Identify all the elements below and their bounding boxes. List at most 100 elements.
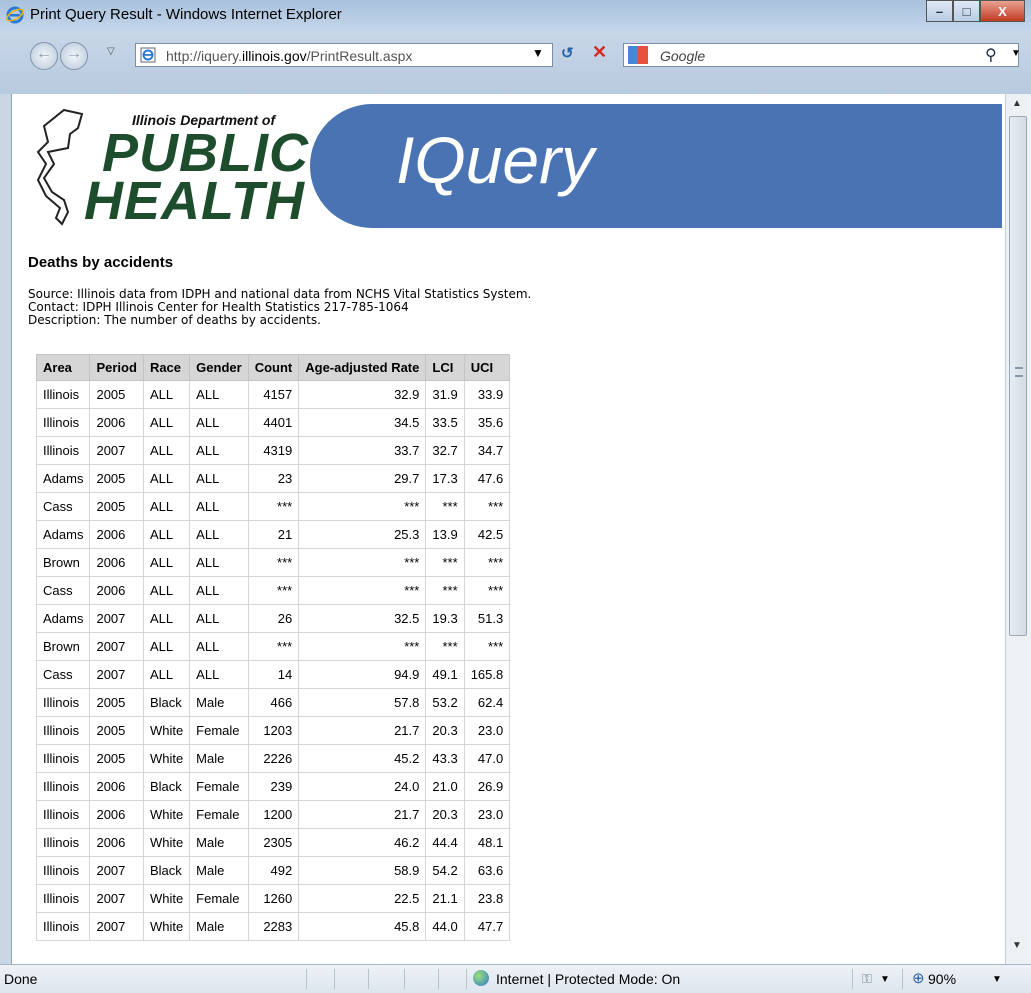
table-cell: 33.9: [463, 380, 511, 409]
table-cell: ***: [463, 492, 511, 521]
maximize-button[interactable]: □: [953, 0, 980, 22]
table-cell: ALL: [142, 604, 191, 633]
back-button[interactable]: [30, 42, 58, 70]
table-row: Adams 2006 ALL ALL 21 25.3 13.9 42.5: [35, 520, 511, 549]
table-cell: White: [142, 884, 191, 913]
table-cell: Brown: [35, 548, 91, 577]
table-cell: ALL: [189, 520, 249, 549]
scroll-grip-icon: [1015, 367, 1023, 377]
table-row: Illinois 2006 White Male 2305 46.2 44.4 48.1: [35, 828, 511, 857]
table-cell: Male: [189, 856, 249, 885]
browser-window: Print Query Result - Windows Internet Ex…: [0, 0, 1031, 993]
table-cell: 51.3: [463, 604, 511, 633]
close-button[interactable]: X: [980, 0, 1025, 22]
search-input[interactable]: Google: [623, 43, 1019, 67]
table-cell: 26.9: [463, 772, 511, 801]
minimize-button[interactable]: –: [926, 0, 953, 22]
ie-logo-icon: [6, 6, 24, 24]
window-title: Print Query Result - Windows Internet Ex…: [30, 6, 342, 23]
table-row: Cass 2006 ALL ALL *** *** *** ***: [35, 576, 511, 605]
table-header-row: Area Period Race Gender Count Age-adjust…: [35, 354, 511, 381]
table-cell: 45.8: [298, 912, 427, 941]
table-cell: Black: [142, 856, 191, 885]
table-cell: Cass: [35, 492, 91, 521]
search-icon[interactable]: ⚲: [985, 45, 997, 65]
table-cell: 2006: [89, 772, 144, 801]
zoom-dropdown-icon[interactable]: ▼: [992, 974, 1002, 985]
table-cell: ALL: [189, 492, 249, 521]
page-icon: [140, 47, 156, 63]
table-cell: Illinois: [35, 912, 91, 941]
table-cell: 2006: [89, 408, 144, 437]
search-options-dropdown-icon[interactable]: ▼: [1011, 48, 1021, 59]
recent-pages-dropdown-icon[interactable]: ▽: [107, 46, 115, 57]
table-cell: 466: [247, 688, 300, 717]
table-cell: 23: [247, 464, 300, 493]
protected-mode-dropdown-icon[interactable]: ▼: [880, 974, 890, 985]
table-cell: Female: [189, 800, 249, 829]
title-bar[interactable]: Print Query Result - Windows Internet Ex…: [0, 0, 1031, 30]
table-cell: ***: [247, 576, 300, 605]
table-row: Illinois 2006 Black Female 239 24.0 21.0 26.9: [35, 772, 511, 801]
table-cell: 26: [247, 604, 300, 633]
table-row: Brown 2007 ALL ALL *** *** *** ***: [35, 632, 511, 661]
table-cell: Illinois: [35, 436, 91, 465]
table-cell: 2007: [89, 436, 144, 465]
table-row: Cass 2005 ALL ALL *** *** *** ***: [35, 492, 511, 521]
protected-mode-icon[interactable]: ⚿: [862, 971, 872, 987]
scrollbar-thumb[interactable]: [1009, 116, 1027, 636]
table-cell: Female: [189, 772, 249, 801]
table-cell: 25.3: [298, 520, 427, 549]
table-cell: ***: [298, 632, 427, 661]
table-cell: Adams: [35, 604, 91, 633]
table-cell: ALL: [142, 632, 191, 661]
table-cell: ALL: [142, 576, 191, 605]
status-divider: [368, 969, 369, 989]
iquery-band: IQuery: [310, 104, 1002, 228]
table-cell: 57.8: [298, 688, 427, 717]
table-cell: ALL: [189, 408, 249, 437]
stop-icon[interactable]: ✕: [592, 42, 607, 63]
table-cell: 20.3: [425, 716, 465, 745]
table-cell: 239: [247, 772, 300, 801]
table-cell: ***: [247, 548, 300, 577]
table-cell: ***: [247, 632, 300, 661]
scroll-down-icon[interactable]: ▼: [1012, 940, 1022, 951]
table-row: Adams 2005 ALL ALL 23 29.7 17.3 47.6: [35, 464, 511, 493]
status-bar: Done Internet | Protected Mode: On ⚿ ▼ ⊕…: [0, 964, 1031, 993]
vertical-scrollbar[interactable]: ▲ ▼: [1005, 94, 1031, 964]
column-header: Race: [142, 354, 191, 381]
zoom-icon[interactable]: ⊕: [912, 969, 925, 987]
refresh-icon[interactable]: ↺: [561, 44, 574, 62]
table-cell: ***: [463, 576, 511, 605]
security-zone[interactable]: Internet | Protected Mode: On: [496, 971, 680, 987]
table-cell: ALL: [189, 380, 249, 409]
table-cell: 47.7: [463, 912, 511, 941]
status-divider: [334, 969, 335, 989]
scroll-up-icon[interactable]: ▲: [1012, 98, 1022, 109]
table-cell: Illinois: [35, 408, 91, 437]
address-field[interactable]: http://iquery.illinois.gov/PrintResult.a…: [135, 43, 553, 67]
table-cell: 23.0: [463, 716, 511, 745]
table-cell: 14: [247, 660, 300, 689]
status-divider: [306, 969, 307, 989]
table-cell: 62.4: [463, 688, 511, 717]
table-cell: 2007: [89, 884, 144, 913]
forward-button[interactable]: [60, 42, 88, 70]
column-header: Gender: [189, 354, 249, 381]
table-cell: ALL: [142, 408, 191, 437]
address-dropdown-icon[interactable]: ▼: [532, 46, 544, 60]
table-cell: 4319: [247, 436, 300, 465]
table-row: Illinois 2007 White Female 1260 22.5 21.1 23.8: [35, 884, 511, 913]
table-cell: ***: [425, 548, 465, 577]
table-cell: ***: [463, 632, 511, 661]
table-cell: ALL: [189, 436, 249, 465]
zoom-level[interactable]: 90%: [928, 971, 956, 987]
table-cell: 46.2: [298, 828, 427, 857]
table-cell: 49.1: [425, 660, 465, 689]
table-cell: Cass: [35, 660, 91, 689]
table-cell: 31.9: [425, 380, 465, 409]
table-cell: 33.7: [298, 436, 427, 465]
table-cell: ALL: [189, 604, 249, 633]
table-row: Adams 2007 ALL ALL 26 32.5 19.3 51.3: [35, 604, 511, 633]
